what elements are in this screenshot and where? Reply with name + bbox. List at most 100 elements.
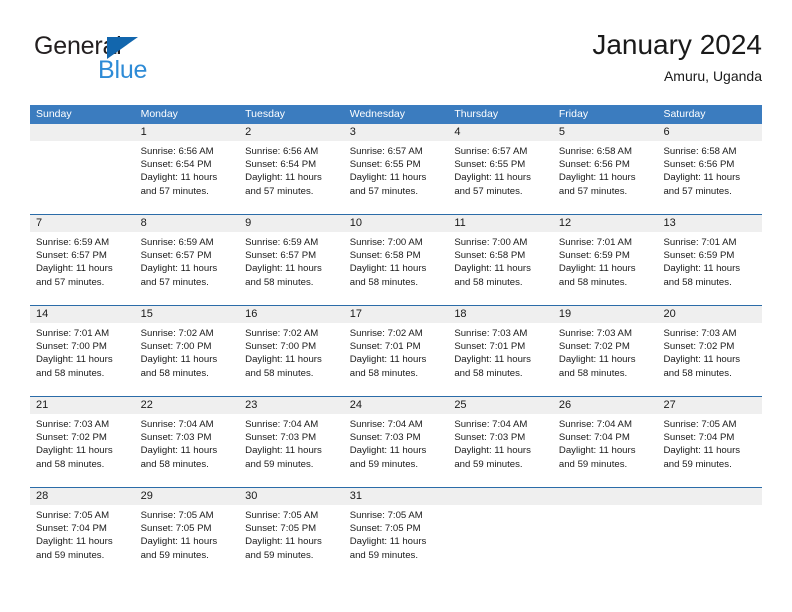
calendar-day-cell[interactable]: 26 Sunrise: 7:04 AM Sunset: 7:04 PM Dayligh… bbox=[552, 397, 658, 487]
day-details: Sunrise: 7:04 AM Sunset: 7:03 PM Daylight:… bbox=[239, 414, 344, 471]
sunset-text: Sunset: 7:05 PM bbox=[245, 523, 317, 535]
sunset-text: Sunset: 7:05 PM bbox=[140, 523, 212, 535]
day-number bbox=[30, 124, 135, 141]
calendar-day-cell[interactable]: 24 Sunrise: 7:04 AM Sunset: 7:03 PM Dayligh… bbox=[343, 397, 449, 487]
sunrise-text: Sunrise: 6:59 AM bbox=[36, 237, 110, 248]
sunrise-text: Sunrise: 7:05 AM bbox=[663, 419, 737, 430]
calendar-week-row: 21 Sunrise: 7:03 AM Sunset: 7:02 PM Dayligh… bbox=[30, 396, 763, 487]
calendar-day-cell[interactable]: 14 Sunrise: 7:01 AM Sunset: 7:00 PM Dayligh… bbox=[30, 306, 135, 396]
calendar-day-cell[interactable]: 20 Sunrise: 7:03 AM Sunset: 7:02 PM Dayligh… bbox=[657, 306, 763, 396]
day-number: 18 bbox=[448, 306, 553, 323]
calendar-day-cell[interactable]: 11 Sunrise: 7:00 AM Sunset: 6:58 PM Dayligh… bbox=[448, 215, 553, 305]
calendar-day-cell[interactable]: 29 Sunrise: 7:05 AM Sunset: 7:05 PM Dayligh… bbox=[134, 488, 240, 578]
day-number: 12 bbox=[552, 215, 658, 232]
day-number: 24 bbox=[343, 397, 449, 414]
weekday-header-tuesday: Tuesday bbox=[245, 108, 286, 120]
calendar-day-cell[interactable]: 18 Sunrise: 7:03 AM Sunset: 7:01 PM Dayligh… bbox=[448, 306, 553, 396]
calendar-day-cell[interactable]: 16 Sunrise: 7:02 AM Sunset: 7:00 PM Dayligh… bbox=[239, 306, 344, 396]
sunrise-text: Sunrise: 6:58 AM bbox=[663, 146, 737, 157]
weekday-header-friday: Friday bbox=[558, 108, 589, 120]
calendar-day-cell[interactable]: 3 Sunrise: 6:57 AM Sunset: 6:55 PM Daylight… bbox=[343, 124, 449, 214]
daylight-text-line2: and 59 minutes. bbox=[349, 549, 419, 561]
daylight-text-line2: and 59 minutes. bbox=[140, 549, 209, 561]
sunrise-text: Sunrise: 7:04 AM bbox=[245, 419, 319, 430]
daylight-text-line1: Daylight: 11 hours bbox=[663, 354, 741, 366]
title-block: January 2024 Amuru, Uganda bbox=[592, 28, 762, 86]
day-details: Sunrise: 6:56 AM Sunset: 6:54 PM Daylight:… bbox=[239, 141, 344, 198]
calendar-day-cell[interactable]: 1 Sunrise: 6:56 AM Sunset: 6:54 PM Daylight… bbox=[134, 124, 240, 214]
daylight-text-line1: Daylight: 11 hours bbox=[140, 536, 218, 548]
calendar-day-cell[interactable]: 19 Sunrise: 7:03 AM Sunset: 7:02 PM Dayligh… bbox=[552, 306, 658, 396]
day-number: 21 bbox=[30, 397, 135, 414]
sunset-text: Sunset: 6:56 PM bbox=[663, 159, 735, 171]
day-number: 13 bbox=[657, 215, 763, 232]
sunrise-text: Sunrise: 7:03 AM bbox=[663, 328, 737, 339]
sunrise-text: Sunrise: 7:00 AM bbox=[454, 237, 528, 248]
day-number: 6 bbox=[657, 124, 763, 141]
day-number: 16 bbox=[239, 306, 344, 323]
sunset-text: Sunset: 7:02 PM bbox=[36, 432, 107, 444]
calendar-day-cell[interactable]: 13 Sunrise: 7:01 AM Sunset: 6:59 PM Dayligh… bbox=[657, 215, 763, 305]
day-details: Sunrise: 7:01 AM Sunset: 7:00 PM Daylight:… bbox=[30, 323, 135, 380]
calendar-day-cell[interactable]: 6 Sunrise: 6:58 AM Sunset: 6:56 PM Daylight… bbox=[657, 124, 763, 214]
sunset-text: Sunset: 7:03 PM bbox=[454, 432, 526, 444]
daylight-text-line2: and 59 minutes. bbox=[663, 458, 732, 470]
calendar-day-cell[interactable]: 7 Sunrise: 6:59 AM Sunset: 6:57 PM Daylight… bbox=[30, 215, 135, 305]
calendar-day-cell[interactable]: 5 Sunrise: 6:58 AM Sunset: 6:56 PM Daylight… bbox=[552, 124, 658, 214]
daylight-text-line1: Daylight: 11 hours bbox=[245, 445, 322, 457]
sunrise-text: Sunrise: 7:05 AM bbox=[36, 510, 110, 521]
daylight-text-line2: and 57 minutes. bbox=[140, 185, 209, 197]
day-details: Sunrise: 7:05 AM Sunset: 7:04 PM Daylight:… bbox=[657, 414, 762, 471]
calendar-day-cell[interactable]: 17 Sunrise: 7:02 AM Sunset: 7:01 PM Dayligh… bbox=[343, 306, 449, 396]
day-number: 19 bbox=[552, 306, 658, 323]
sunset-text: Sunset: 6:57 PM bbox=[245, 250, 317, 262]
calendar-day-cell[interactable]: 27 Sunrise: 7:05 AM Sunset: 7:04 PM Dayligh… bbox=[657, 397, 763, 487]
calendar-day-cell[interactable]: 31 Sunrise: 7:05 AM Sunset: 7:05 PM Dayligh… bbox=[343, 488, 449, 578]
day-details: Sunrise: 6:59 AM Sunset: 6:57 PM Daylight:… bbox=[135, 232, 240, 289]
calendar-day-cell[interactable]: 21 Sunrise: 7:03 AM Sunset: 7:02 PM Dayligh… bbox=[30, 397, 135, 487]
calendar-day-cell[interactable]: 30 Sunrise: 7:05 AM Sunset: 7:05 PM Dayligh… bbox=[239, 488, 344, 578]
weekday-header-row: Sunday Monday Tuesday Wednesday Thursday… bbox=[30, 105, 762, 124]
calendar-day-cell[interactable]: 28 Sunrise: 7:05 AM Sunset: 7:04 PM Dayligh… bbox=[30, 488, 135, 578]
day-details: Sunrise: 7:02 AM Sunset: 7:01 PM Daylight:… bbox=[344, 323, 449, 380]
calendar-day-cell[interactable]: 22 Sunrise: 7:04 AM Sunset: 7:03 PM Dayligh… bbox=[134, 397, 240, 487]
day-number: 28 bbox=[30, 488, 135, 505]
day-number: 15 bbox=[134, 306, 240, 323]
daylight-text-line1: Daylight: 11 hours bbox=[454, 445, 531, 457]
daylight-text-line2: and 57 minutes. bbox=[349, 185, 419, 197]
daylight-text-line1: Daylight: 11 hours bbox=[349, 445, 427, 457]
day-number: 20 bbox=[657, 306, 763, 323]
day-details: Sunrise: 7:02 AM Sunset: 7:00 PM Daylight:… bbox=[239, 323, 344, 380]
daylight-text-line1: Daylight: 11 hours bbox=[349, 536, 427, 548]
sunset-text: Sunset: 6:54 PM bbox=[245, 159, 317, 171]
calendar-day-cell[interactable]: 23 Sunrise: 7:04 AM Sunset: 7:03 PM Dayligh… bbox=[239, 397, 344, 487]
calendar-day-cell[interactable]: 2 Sunrise: 6:56 AM Sunset: 6:54 PM Daylight… bbox=[239, 124, 344, 214]
calendar-day-cell[interactable]: 9 Sunrise: 6:59 AM Sunset: 6:57 PM Daylight… bbox=[239, 215, 344, 305]
calendar-weeks: 1 Sunrise: 6:56 AM Sunset: 6:54 PM Daylight… bbox=[30, 124, 763, 578]
day-number: 11 bbox=[448, 215, 553, 232]
daylight-text-line1: Daylight: 11 hours bbox=[663, 172, 741, 184]
day-number: 17 bbox=[343, 306, 449, 323]
calendar-day-cell[interactable]: 12 Sunrise: 7:01 AM Sunset: 6:59 PM Dayligh… bbox=[552, 215, 658, 305]
day-details: Sunrise: 6:57 AM Sunset: 6:55 PM Daylight:… bbox=[448, 141, 553, 198]
sunset-text: Sunset: 6:58 PM bbox=[454, 250, 526, 262]
daylight-text-line1: Daylight: 11 hours bbox=[349, 263, 427, 275]
weekday-header-sunday: Sunday bbox=[36, 108, 72, 120]
calendar-day-cell[interactable]: 10 Sunrise: 7:00 AM Sunset: 6:58 PM Dayligh… bbox=[343, 215, 449, 305]
sunrise-text: Sunrise: 7:04 AM bbox=[454, 419, 528, 430]
calendar-day-cell[interactable]: 4 Sunrise: 6:57 AM Sunset: 6:55 PM Daylight… bbox=[448, 124, 553, 214]
daylight-text-line1: Daylight: 11 hours bbox=[663, 445, 741, 457]
day-number: 7 bbox=[30, 215, 135, 232]
general-blue-logo[interactable]: General Blue bbox=[34, 32, 204, 88]
weekday-header-thursday: Thursday bbox=[454, 108, 499, 120]
calendar-day-cell[interactable]: 15 Sunrise: 7:02 AM Sunset: 7:00 PM Dayligh… bbox=[134, 306, 240, 396]
day-details: Sunrise: 7:02 AM Sunset: 7:00 PM Daylight:… bbox=[135, 323, 240, 380]
daylight-text-line1: Daylight: 11 hours bbox=[663, 263, 741, 275]
sunset-text: Sunset: 6:57 PM bbox=[140, 250, 212, 262]
daylight-text-line2: and 58 minutes. bbox=[454, 367, 523, 379]
day-details: Sunrise: 7:03 AM Sunset: 7:02 PM Daylight:… bbox=[30, 414, 135, 471]
daylight-text-line1: Daylight: 11 hours bbox=[349, 172, 427, 184]
calendar-day-cell[interactable]: 25 Sunrise: 7:04 AM Sunset: 7:03 PM Dayligh… bbox=[448, 397, 553, 487]
calendar-day-cell[interactable]: 8 Sunrise: 6:59 AM Sunset: 6:57 PM Daylight… bbox=[134, 215, 240, 305]
sunrise-text: Sunrise: 7:03 AM bbox=[36, 419, 110, 430]
